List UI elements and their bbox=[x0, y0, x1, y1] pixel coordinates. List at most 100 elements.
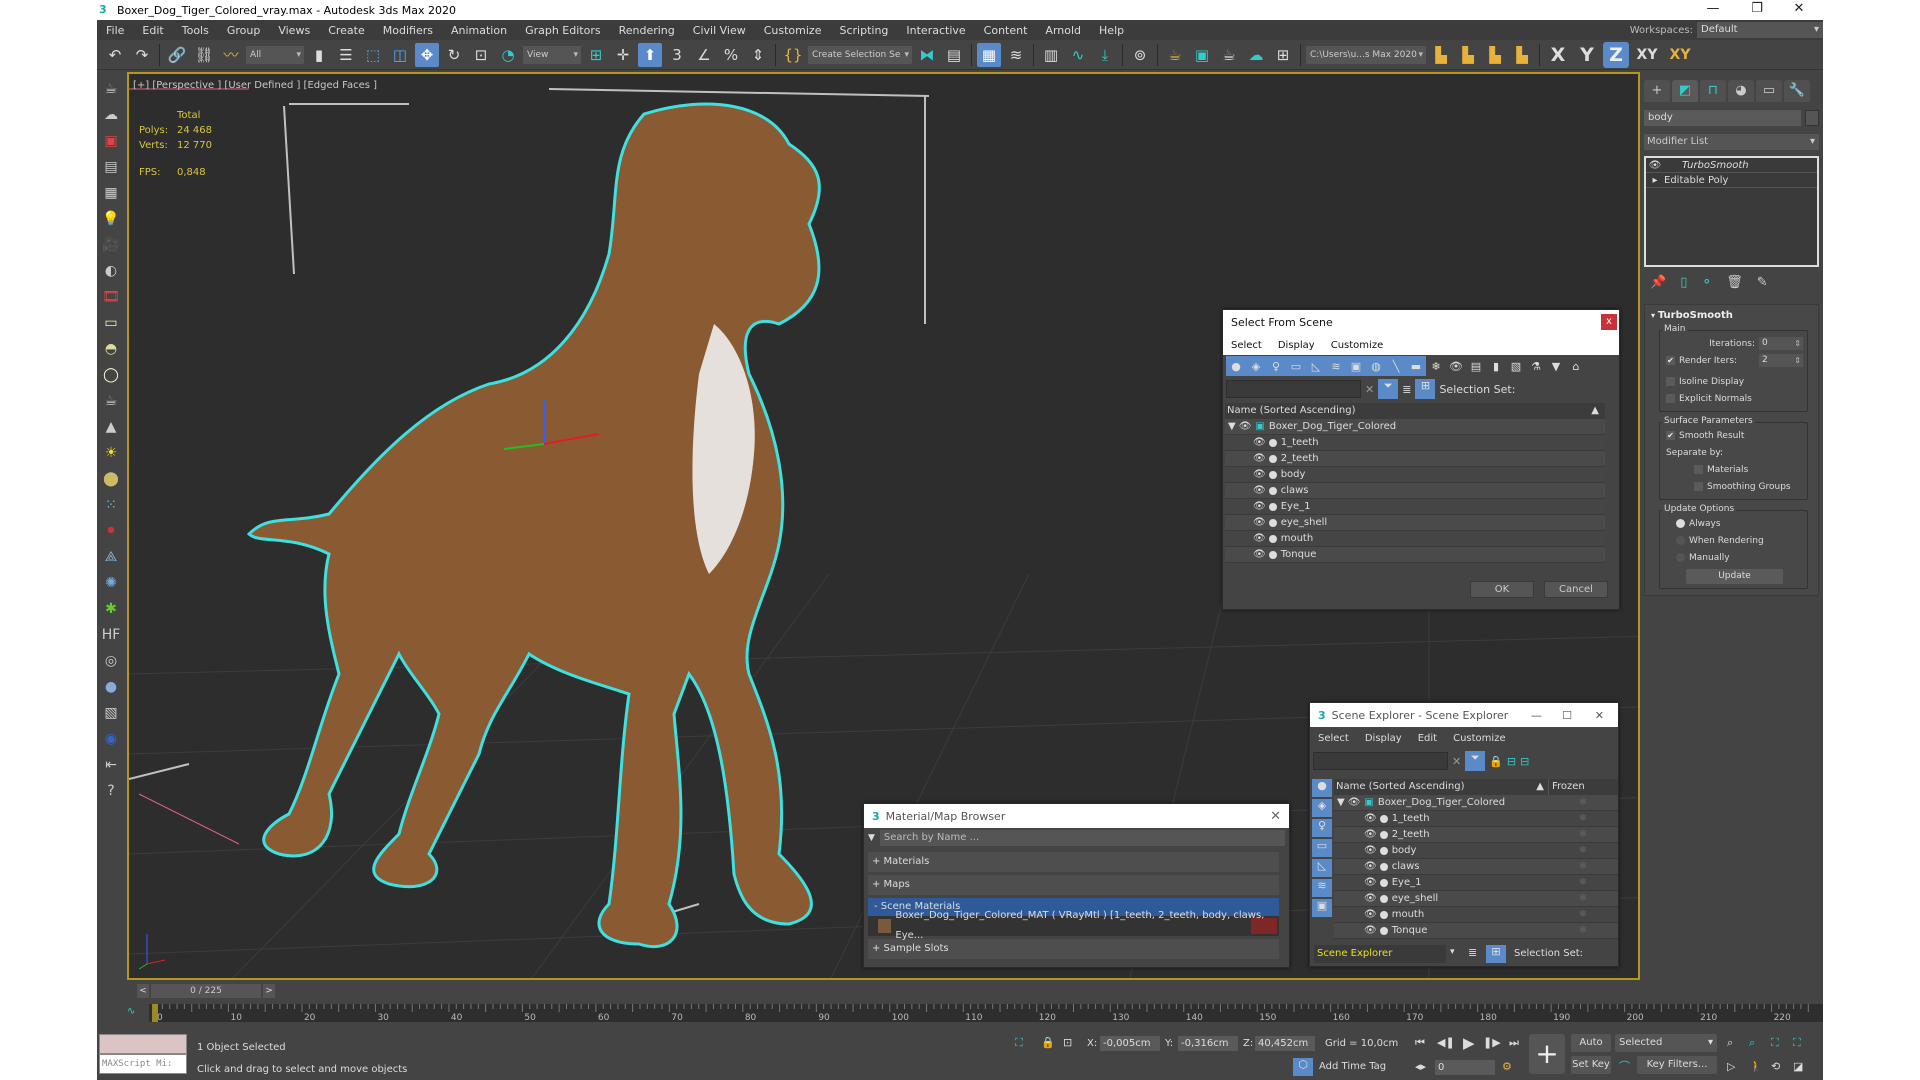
redo-icon[interactable]: ↷ bbox=[130, 43, 154, 67]
clear-search-icon[interactable]: ✕ bbox=[1365, 383, 1374, 396]
filter-settings-icon[interactable]: ⚗ bbox=[1526, 356, 1546, 376]
close-button[interactable]: ✕ bbox=[1270, 809, 1281, 824]
go-to-start-icon[interactable]: ⏮ bbox=[1415, 1036, 1425, 1050]
percent-snap-icon[interactable]: % bbox=[719, 43, 743, 67]
current-frame-field[interactable]: 0 bbox=[1435, 1060, 1495, 1075]
render-in-cloud-icon[interactable]: ☁ bbox=[1244, 43, 1268, 67]
tree-row[interactable]: 👁 Tonque bbox=[1225, 547, 1605, 563]
ies-light-icon[interactable]: ☕ bbox=[100, 390, 122, 412]
project-structure-icon[interactable]: ▙ bbox=[1510, 43, 1534, 67]
object-color-swatch[interactable] bbox=[1805, 110, 1819, 126]
menu-tools[interactable]: Tools bbox=[173, 24, 218, 37]
disc-light-icon[interactable]: ◯ bbox=[100, 364, 122, 386]
menu-select[interactable]: Select bbox=[1223, 340, 1270, 351]
curve-editor-icon[interactable]: ∿ bbox=[1066, 43, 1090, 67]
name-column-header[interactable]: Name (Sorted Ascending) ▲ Frozen bbox=[1334, 779, 1618, 795]
section-maps[interactable]: + Maps bbox=[868, 875, 1279, 895]
menu-file[interactable]: File bbox=[97, 24, 133, 37]
axis-z-button[interactable]: Z bbox=[1603, 41, 1629, 68]
viewport-render-icon[interactable]: ▣ bbox=[100, 130, 122, 152]
search-input[interactable] bbox=[1226, 380, 1361, 398]
menu-customize[interactable]: Customize bbox=[1323, 340, 1392, 351]
absolute-mode-icon[interactable]: ⊡ bbox=[1063, 1036, 1072, 1049]
create-tab-icon[interactable]: + bbox=[1644, 80, 1670, 102]
key-tangent-icon[interactable]: ⌒ bbox=[1619, 1058, 1630, 1074]
smooth-result-checkbox[interactable]: ✔ bbox=[1666, 431, 1675, 440]
x-coordinate-field[interactable]: -0,005cm bbox=[1100, 1036, 1160, 1051]
options-triangle-icon[interactable]: ▼ bbox=[868, 833, 875, 843]
remove-modifier-icon[interactable]: 🗑 bbox=[1726, 275, 1743, 290]
section-materials[interactable]: + Materials bbox=[868, 852, 1279, 872]
materials-checkbox[interactable] bbox=[1694, 465, 1703, 474]
menu-customize[interactable]: Customize bbox=[1445, 733, 1514, 744]
play-icon[interactable]: ▶ bbox=[1463, 1034, 1475, 1052]
key-mode-toggle-icon[interactable]: ◂▸ bbox=[1415, 1060, 1426, 1073]
tree-row-root[interactable]: ▼ 👁 ▣ Boxer_Dog_Tiger_Colored bbox=[1225, 419, 1605, 435]
rendered-frame-window-icon[interactable]: ▣ bbox=[1190, 43, 1214, 67]
menu-graph-editors[interactable]: Graph Editors bbox=[516, 24, 610, 37]
unlink-icon[interactable]: ⛓ bbox=[192, 43, 216, 67]
spotlight-icon[interactable]: ◐ bbox=[100, 260, 122, 282]
tree-row[interactable]: 👁 body bbox=[1225, 467, 1605, 483]
teapot-icon[interactable]: ☕ bbox=[100, 78, 122, 100]
stack-item-turbosmooth[interactable]: 👁 TurboSmooth bbox=[1646, 158, 1817, 173]
lights-filter-icon[interactable]: ♀ bbox=[1312, 819, 1332, 837]
display-tab-icon[interactable]: ▭ bbox=[1756, 80, 1782, 102]
explorer-name-dropdown[interactable]: Scene Explorer bbox=[1314, 945, 1446, 963]
helpers-filter-icon[interactable]: ◺ bbox=[1306, 356, 1326, 376]
light-bulb-icon[interactable]: 💡 bbox=[100, 208, 122, 230]
select-and-place-icon[interactable]: ◔ bbox=[496, 43, 520, 67]
menu-help[interactable]: Help bbox=[1090, 24, 1133, 37]
stack-item-editable-poly[interactable]: ▸ Editable Poly bbox=[1646, 173, 1817, 188]
cone-icon[interactable]: ▲ bbox=[100, 416, 122, 438]
orbit-icon[interactable]: ⟲ bbox=[1771, 1060, 1780, 1073]
container-icon[interactable]: ⌂ bbox=[1566, 356, 1586, 376]
tree-row-root[interactable]: ▼ 👁 ▣ Boxer_Dog_Tiger_Colored ❄ bbox=[1334, 795, 1618, 811]
manually-radio[interactable] bbox=[1676, 553, 1685, 562]
menu-arnold[interactable]: Arnold bbox=[1036, 24, 1090, 37]
window-crossing-icon[interactable]: ◫ bbox=[388, 43, 412, 67]
axis-constraint-button[interactable]: XY bbox=[1665, 42, 1695, 68]
menu-civil-view[interactable]: Civil View bbox=[684, 24, 755, 37]
update-button[interactable]: Update bbox=[1686, 569, 1783, 584]
tree-row[interactable]: 👁 eye_shell bbox=[1225, 515, 1605, 531]
modify-tab-icon[interactable]: ◩ bbox=[1672, 80, 1698, 102]
expand-triangle-icon[interactable]: ▸ bbox=[1646, 173, 1664, 188]
utilities-tab-icon[interactable]: 🔧 bbox=[1784, 80, 1810, 102]
menu-scripting[interactable]: Scripting bbox=[830, 24, 897, 37]
z-coordinate-field[interactable]: 40,452cm bbox=[1255, 1036, 1315, 1051]
select-filter-icon[interactable]: ⏷ bbox=[1378, 379, 1399, 399]
clear-search-icon[interactable]: ✕ bbox=[1452, 755, 1461, 768]
keyboard-shortcut-override-icon[interactable]: ✛ bbox=[611, 43, 635, 67]
motion-tab-icon[interactable]: ◕ bbox=[1728, 80, 1754, 102]
select-object-icon[interactable]: ▮ bbox=[307, 43, 331, 67]
tree-row[interactable]: 👁 1_teeth ❄ bbox=[1334, 811, 1618, 827]
close-button[interactable]: ✕ bbox=[1595, 709, 1604, 722]
pin-stack-icon[interactable]: 📌 bbox=[1650, 275, 1666, 290]
named-selection-dropdown[interactable]: Create Selection Se bbox=[808, 45, 912, 64]
select-and-move-icon[interactable]: ✥ bbox=[415, 42, 439, 67]
always-radio[interactable] bbox=[1676, 519, 1685, 528]
sphere-light-icon[interactable]: ⬤ bbox=[100, 468, 122, 490]
cancel-button[interactable]: Cancel bbox=[1544, 581, 1608, 598]
collapse-all-icon[interactable]: ⊟ bbox=[1520, 755, 1529, 768]
rollout-header[interactable]: ▾ TurboSmooth bbox=[1645, 307, 1818, 324]
menu-edit[interactable]: Edit bbox=[1410, 733, 1445, 744]
axis-xy-button[interactable]: XY bbox=[1632, 42, 1662, 68]
menu-content[interactable]: Content bbox=[975, 24, 1037, 37]
maxscript-output[interactable] bbox=[99, 1034, 187, 1054]
y-coordinate-field[interactable]: -0,316cm bbox=[1178, 1036, 1238, 1051]
layers-icon[interactable]: ≣ bbox=[1468, 946, 1477, 959]
bones-filter-icon[interactable]: ╲ bbox=[1386, 356, 1406, 376]
zoom-extents-all-icon[interactable]: ⛶ bbox=[1793, 1036, 1801, 1050]
previous-frame-button[interactable]: < bbox=[137, 984, 149, 998]
hidden-filter-icon[interactable]: 👁 bbox=[1446, 356, 1466, 376]
tree-row[interactable]: 👁 Eye_1 ❄ bbox=[1334, 875, 1618, 891]
invert-display-icon[interactable]: ▧ bbox=[1506, 356, 1526, 376]
make-unique-icon[interactable]: ⚬ bbox=[1701, 275, 1712, 290]
display-none-icon[interactable]: ▮ bbox=[1486, 356, 1506, 376]
explicit-normals-checkbox[interactable] bbox=[1666, 394, 1675, 403]
filter-icon[interactable]: ▼ bbox=[1546, 356, 1566, 376]
axis-x-button[interactable]: X bbox=[1545, 42, 1571, 68]
render-iters-checkbox[interactable]: ✔ bbox=[1666, 356, 1675, 365]
